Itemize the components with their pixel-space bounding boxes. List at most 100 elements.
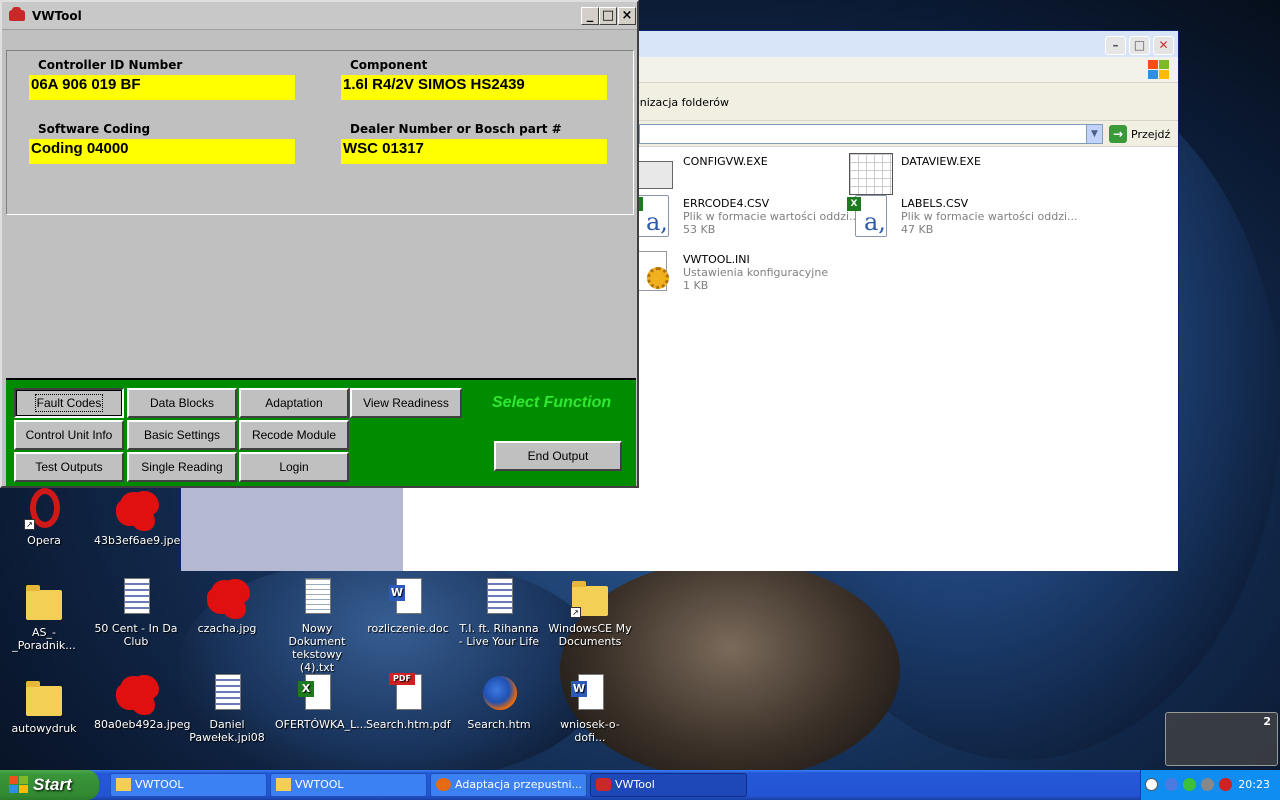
antivirus-icon[interactable]: [1219, 778, 1232, 791]
windows-logo-icon: [9, 776, 29, 794]
desktop-icon-label: 80a0eb492a.jpeg: [94, 718, 191, 731]
exe-icon: [633, 161, 673, 189]
controller-id-label: Controller ID Number: [38, 58, 183, 72]
go-button[interactable]: → Przejdź: [1109, 124, 1170, 144]
desktop-icon-jpeg[interactable]: 43b3ef6ae9.jpeg: [94, 490, 188, 547]
recode-module-button[interactable]: Recode Module: [239, 420, 349, 450]
file-name: CONFIGVW.EXE: [683, 155, 768, 168]
desktop-icon-folder[interactable]: AS_-_Poradnik...: [2, 582, 86, 652]
software-coding-label: Software Coding: [38, 122, 151, 136]
image-icon: [211, 580, 245, 614]
desktop-icon-label: Opera: [27, 534, 61, 547]
fault-codes-button[interactable]: Fault Codes: [14, 388, 124, 418]
desktop-icon-doc[interactable]: rozliczenie.doc: [366, 578, 450, 635]
test-outputs-button[interactable]: Test Outputs: [14, 452, 124, 482]
desktop-icon-label: WindowsCE My Documents: [548, 622, 632, 648]
volume-icon[interactable]: [1201, 778, 1214, 791]
image-icon: [120, 676, 154, 710]
file-type: Plik w formacie wartości oddzi...: [683, 210, 860, 223]
vwtool-titlebar[interactable]: VWTool _ □ ×: [2, 2, 637, 30]
file-type: Plik w formacie wartości oddzi...: [901, 210, 1078, 223]
desktop-icon-xls[interactable]: OFERTÓWKA_L...: [275, 674, 367, 731]
desktop-icon-jpeg2[interactable]: 80a0eb492a.jpeg: [94, 674, 191, 731]
desktop-icon-folder2[interactable]: autowydruk: [2, 678, 86, 735]
file-item[interactable]: VWTOOL.INI Ustawienia konfiguracyjne 1 K…: [629, 249, 828, 297]
folders-button-label[interactable]: onizacja folderów: [633, 96, 729, 109]
close-button[interactable]: ×: [618, 7, 636, 25]
desktop-icon-label: Search.htm: [467, 718, 531, 731]
minimize-button[interactable]: –: [1105, 36, 1126, 55]
taskbar-item-vwtool-folder-2[interactable]: VWTOOL: [270, 773, 427, 797]
single-reading-button[interactable]: Single Reading: [127, 452, 237, 482]
folder-icon: [26, 585, 62, 620]
address-input[interactable]: ▼: [639, 124, 1103, 144]
desktop-icon-jpi[interactable]: Daniel Pawełek.jpi08: [185, 674, 269, 744]
controller-id-value: 06A 906 019 BF: [29, 75, 295, 100]
pdf-icon: [389, 673, 422, 710]
login-button[interactable]: Login: [239, 452, 349, 482]
media-file-icon: [487, 578, 513, 614]
file-item[interactable]: a,X ERRCODE4.CSV Plik w formacie wartośc…: [629, 193, 860, 241]
media-file-icon: [124, 578, 150, 614]
taskbar-item-label: Adaptacja przepustni...: [455, 778, 582, 791]
taskbar-item-vwtool-app[interactable]: VWTool: [590, 773, 747, 797]
maximize-button[interactable]: □: [1129, 36, 1150, 55]
chevron-down-icon[interactable]: ▼: [1086, 125, 1102, 143]
desktop-icon-opera[interactable]: ↗ Opera: [2, 488, 86, 547]
desktop-icon-label: rozliczenie.doc: [367, 622, 449, 635]
desktop-icon-label: Nowy Dokument tekstowy (4).txt: [288, 622, 346, 674]
file-name: LABELS.CSV: [901, 197, 969, 210]
file-name: VWTOOL.INI: [683, 253, 750, 266]
security-icon[interactable]: [1183, 778, 1196, 791]
desktop-icon-label: 43b3ef6ae9.jpeg: [94, 534, 188, 547]
basic-settings-button[interactable]: Basic Settings: [127, 420, 237, 450]
desktop-icon-pdf[interactable]: Search.htm.pdf: [366, 673, 451, 731]
gear-icon: [647, 267, 669, 289]
select-function-label: Select Function: [492, 394, 612, 411]
language-bar-widget[interactable]: 2: [1165, 712, 1278, 766]
data-blocks-button[interactable]: Data Blocks: [127, 388, 237, 418]
excel-icon: [298, 674, 331, 710]
network-icon[interactable]: [1165, 778, 1178, 791]
dealer-number-value: WSC 01317: [341, 139, 607, 164]
taskbar: Start VWTOOL VWTOOL Adaptacja przepustni…: [0, 770, 1280, 800]
go-arrow-icon: →: [1109, 125, 1127, 143]
desktop-icon-jpg[interactable]: czacha.jpg: [185, 578, 269, 635]
adaptation-button[interactable]: Adaptation: [239, 388, 349, 418]
close-button[interactable]: ✕: [1153, 36, 1174, 55]
desktop-icon-htm[interactable]: Search.htm: [457, 674, 541, 731]
file-item[interactable]: DATAVIEW.EXE: [847, 151, 981, 199]
maximize-button[interactable]: □: [599, 7, 617, 25]
firefox-icon: [483, 676, 517, 710]
desktop-icon-label: Daniel Pawełek.jpi08: [189, 718, 265, 744]
window-title: VWTool: [32, 9, 82, 23]
folder-icon: [276, 778, 291, 791]
desktop-icon-winsync[interactable]: ↗ WindowsCE My Documents: [548, 578, 632, 648]
vwtool-window[interactable]: VWTool _ □ × Controller ID Number 06A 90…: [0, 0, 639, 488]
file-item[interactable]: a, X LABELS.CSV Plik w formacie wartości …: [847, 193, 1078, 241]
excel-badge-icon: X: [847, 197, 861, 211]
minimize-button[interactable]: _: [581, 7, 599, 25]
tray-expand-icon[interactable]: [1145, 778, 1158, 791]
software-coding-value: Coding 04000: [29, 139, 295, 164]
desktop-icon-label: T.I. ft. Rihanna - Live Your Life: [458, 622, 540, 648]
desktop-icon-txt[interactable]: Nowy Dokument tekstowy (4).txt: [275, 578, 359, 674]
desktop-icon-doc2[interactable]: wniosek-o-dofi...: [548, 674, 632, 744]
taskbar-item-vwtool-folder[interactable]: VWTOOL: [110, 773, 267, 797]
file-name: DATAVIEW.EXE: [901, 155, 981, 168]
taskbar-item-label: VWTOOL: [135, 778, 184, 791]
control-unit-info-button[interactable]: Control Unit Info: [14, 420, 124, 450]
desktop-icon-media[interactable]: 50 Cent - In Da Club: [94, 578, 178, 648]
taskbar-item-firefox[interactable]: Adaptacja przepustni...: [430, 773, 587, 797]
view-readiness-button[interactable]: View Readiness: [350, 388, 462, 418]
folder-icon: [26, 681, 62, 716]
file-size: 1 KB: [683, 279, 709, 292]
desktop-icon-media2[interactable]: T.I. ft. Rihanna - Live Your Life: [457, 578, 541, 648]
component-value: 1.6l R4/2V SIMOS HS2439: [341, 75, 607, 100]
file-item[interactable]: CONFIGVW.EXE: [629, 151, 768, 199]
clock: 20:23: [1238, 778, 1270, 791]
start-button[interactable]: Start: [0, 770, 99, 800]
desktop-icon-label: OFERTÓWKA_L...: [275, 718, 367, 731]
go-label: Przejdź: [1131, 127, 1171, 141]
end-output-button[interactable]: End Output: [494, 441, 622, 471]
